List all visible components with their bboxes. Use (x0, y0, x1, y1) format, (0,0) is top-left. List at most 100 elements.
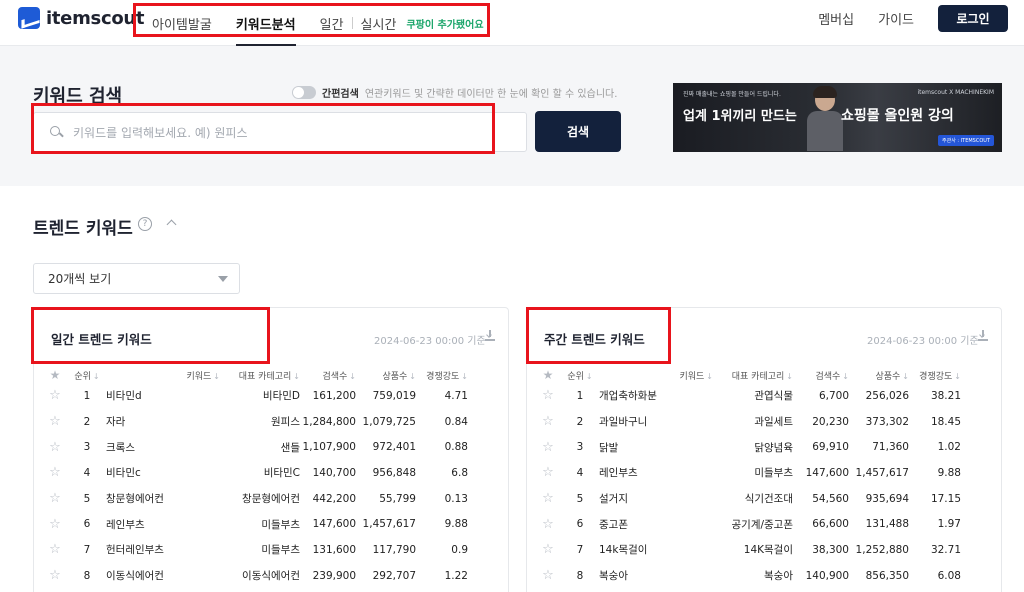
search-count-header[interactable]: 검색수 ↓ (300, 367, 356, 383)
search-button[interactable]: 검색 (535, 111, 621, 152)
category-cell: 샌들 (280, 441, 300, 454)
table-row[interactable]: ☆ 5 설거지 식기건조대 54,560 935,694 17.15 (533, 486, 961, 512)
table-row[interactable]: ☆ 5 창문형에어컨 창문형에어컨 442,200 55,799 0.13 (40, 486, 468, 512)
rank-header[interactable]: 순위 ↓ (70, 367, 104, 383)
star-icon[interactable]: ☆ (40, 434, 70, 460)
banner-cta: 주관사 : ITEMSCOUT (938, 135, 994, 146)
category-cell: 14K목걸이 (743, 544, 793, 557)
login-button[interactable]: 로그인 (938, 5, 1008, 32)
guide-link[interactable]: 가이드 (878, 9, 914, 28)
search-count-header[interactable]: 검색수 ↓ (793, 367, 849, 383)
table-row[interactable]: ☆ 1 비타민d 비타민D 161,200 759,019 4.71 (40, 383, 468, 409)
table-row[interactable]: ☆ 7 14k목걸이 14K목걸이 38,300 1,252,880 32.71 (533, 537, 961, 563)
table-row[interactable]: ☆ 4 비타민c 비타민C 140,700 956,848 6.8 (40, 460, 468, 486)
table-row[interactable]: ☆ 3 닭발 닭양념육 69,910 71,360 1.02 (533, 434, 961, 460)
product-count-cell: 956,848 (372, 466, 416, 479)
star-icon[interactable]: ☆ (533, 511, 563, 537)
star-icon[interactable]: ☆ (533, 434, 563, 460)
product-count-header[interactable]: 상품수 ↓ (849, 367, 909, 383)
star-icon[interactable]: ☆ (40, 460, 70, 486)
keyword-cell[interactable]: 레인부츠 (597, 460, 717, 486)
product-count-cell: 1,252,880 (855, 543, 909, 556)
competition-cell: 0.88 (444, 441, 468, 454)
logo[interactable]: itemscout (18, 7, 145, 29)
star-header-icon[interactable]: ★ (40, 367, 70, 383)
download-icon[interactable] (978, 330, 988, 341)
table-row[interactable]: ☆ 7 헌터레인부츠 미들부츠 131,600 117,790 0.9 (40, 537, 468, 563)
search-count-cell: 20,230 (812, 415, 849, 428)
star-icon[interactable]: ☆ (533, 486, 563, 512)
table-row[interactable]: ☆ 3 크록스 샌들 1,107,900 972,401 0.88 (40, 434, 468, 460)
table-row[interactable]: ☆ 8 복숭아 복숭아 140,900 856,350 6.08 (533, 563, 961, 589)
table-row[interactable]: ☆ 6 중고폰 공기계/중고폰 66,600 131,488 1.97 (533, 511, 961, 537)
chevron-up-icon[interactable] (166, 219, 177, 230)
keyword-header[interactable]: 키워드 ↓ (104, 367, 224, 383)
keyword-cell[interactable]: 이동식에어컨 (104, 563, 224, 589)
star-icon[interactable]: ☆ (40, 511, 70, 537)
product-count-cell: 117,790 (372, 543, 416, 556)
banner-person-image (805, 85, 845, 151)
star-icon[interactable]: ☆ (40, 409, 70, 435)
star-icon[interactable]: ☆ (533, 537, 563, 563)
keyword-cell[interactable]: 창문형에어컨 (104, 486, 224, 512)
search-count-cell: 66,600 (812, 518, 849, 531)
star-icon[interactable]: ☆ (40, 537, 70, 563)
keyword-cell[interactable]: 과일바구니 (597, 409, 717, 435)
keyword-cell[interactable]: 레인부츠 (104, 511, 224, 537)
table-row[interactable]: ☆ 2 과일바구니 과일세트 20,230 373,302 18.45 (533, 409, 961, 435)
keyword-cell[interactable]: 복숭아 (597, 563, 717, 589)
product-count-cell: 292,707 (372, 569, 416, 582)
keyword-cell[interactable]: 중고폰 (597, 511, 717, 537)
category-header[interactable]: 대표 카테고리 ↓ (717, 367, 793, 383)
competition-header[interactable]: 경쟁강도 ↓ (416, 367, 468, 383)
keyword-cell[interactable]: 자라 (104, 409, 224, 435)
keyword-cell[interactable]: 비타민d (104, 383, 224, 409)
competition-cell: 0.84 (444, 415, 468, 428)
category-cell: 미들부츠 (261, 544, 300, 557)
keyword-cell[interactable]: 닭발 (597, 434, 717, 460)
star-icon[interactable]: ☆ (40, 486, 70, 512)
category-cell: 원피스 (271, 416, 300, 429)
keyword-cell[interactable]: 개업축하화분 (597, 383, 717, 409)
star-icon[interactable]: ☆ (40, 383, 70, 409)
highlight-box-daily (31, 307, 270, 364)
star-icon[interactable]: ☆ (533, 563, 563, 589)
category-cell: 과일세트 (754, 416, 793, 429)
competition-header[interactable]: 경쟁강도 ↓ (909, 367, 961, 383)
product-count-header[interactable]: 상품수 ↓ (356, 367, 416, 383)
competition-cell: 32.71 (930, 543, 961, 556)
rank-header[interactable]: 순위 ↓ (563, 367, 597, 383)
category-header[interactable]: 대표 카테고리 ↓ (224, 367, 300, 383)
search-count-cell: 1,107,900 (302, 441, 356, 454)
membership-link[interactable]: 멤버십 (818, 9, 854, 28)
table-row[interactable]: ☆ 1 개업축하화분 관엽식물 6,700 256,026 38.21 (533, 383, 961, 409)
keyword-cell[interactable]: 비타민c (104, 460, 224, 486)
table-row[interactable]: ☆ 6 레인부츠 미들부츠 147,600 1,457,617 9.88 (40, 511, 468, 537)
download-icon[interactable] (485, 330, 495, 341)
search-count-cell: 140,900 (805, 569, 849, 582)
star-icon[interactable]: ☆ (533, 383, 563, 409)
table-row[interactable]: ☆ 4 레인부츠 미들부츠 147,600 1,457,617 9.88 (533, 460, 961, 486)
product-count-cell: 131,488 (865, 518, 909, 531)
category-cell: 이동식에어컨 (242, 570, 300, 583)
highlight-box-weekly (526, 307, 671, 364)
keyword-cell[interactable]: 설거지 (597, 486, 717, 512)
simple-search-toggle[interactable] (292, 86, 316, 99)
star-icon[interactable]: ☆ (40, 563, 70, 589)
keyword-cell[interactable]: 헌터레인부츠 (104, 537, 224, 563)
keyword-header[interactable]: 키워드 ↓ (597, 367, 717, 383)
table-row[interactable]: ☆ 8 이동식에어컨 이동식에어컨 239,900 292,707 1.22 (40, 563, 468, 589)
search-count-cell: 239,900 (312, 569, 356, 582)
star-icon[interactable]: ☆ (533, 409, 563, 435)
view-count-select[interactable]: 20개씩 보기 (33, 263, 240, 294)
star-header-icon[interactable]: ★ (533, 367, 563, 383)
search-count-cell: 69,910 (812, 441, 849, 454)
keyword-cell[interactable]: 14k목걸이 (597, 537, 717, 563)
category-cell: 비타민C (263, 467, 300, 480)
star-icon[interactable]: ☆ (533, 460, 563, 486)
ad-banner[interactable]: 진짜 매출내는 쇼핑몰 만들어 드립니다. itemscout X MACHIN… (673, 83, 1002, 152)
table-row[interactable]: ☆ 2 자라 원피스 1,284,800 1,079,725 0.84 (40, 409, 468, 435)
help-icon[interactable]: ? (138, 217, 152, 231)
keyword-cell[interactable]: 크록스 (104, 434, 224, 460)
product-count-cell: 1,457,617 (362, 518, 416, 531)
